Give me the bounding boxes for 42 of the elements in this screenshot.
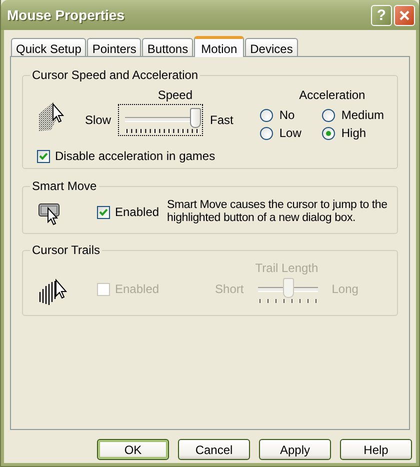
slider-thumb[interactable] bbox=[190, 108, 202, 128]
speed-label: Speed bbox=[158, 88, 193, 102]
checkbox[interactable] bbox=[97, 206, 110, 218]
radio-button[interactable] bbox=[322, 108, 336, 122]
dialog-button[interactable]: OK bbox=[97, 439, 169, 460]
dialog-button[interactable]: Cancel bbox=[178, 439, 250, 460]
radio-button[interactable] bbox=[322, 126, 336, 140]
slow-label: Slow bbox=[85, 113, 112, 127]
check-mark-icon bbox=[99, 208, 108, 216]
long-label: Long bbox=[332, 282, 358, 296]
dialog-button[interactable]: Apply bbox=[259, 439, 331, 460]
window-title: Mouse Properties bbox=[7, 7, 126, 23]
tab[interactable]: Motion bbox=[194, 36, 244, 57]
radio-label[interactable]: Low bbox=[279, 126, 302, 140]
close-icon bbox=[399, 10, 410, 20]
fast-label: Fast bbox=[210, 113, 234, 127]
cursor-speed-icon bbox=[37, 100, 67, 132]
group-title: Smart Move bbox=[30, 179, 99, 193]
smart-move-description: Smart Move causes the cursor to jump to the highlighted button of a new dialog box. bbox=[167, 199, 388, 225]
tab[interactable]: Quick Setup bbox=[11, 38, 86, 56]
cursor-trails-icon bbox=[38, 278, 68, 306]
group-title: Cursor Speed and Acceleration bbox=[30, 68, 200, 82]
trail-length-label: Trail Length bbox=[255, 261, 318, 275]
group-title: Cursor Trails bbox=[30, 243, 102, 257]
dialog-button[interactable]: Help bbox=[340, 439, 412, 460]
slider-track[interactable] bbox=[125, 107, 200, 129]
check-mark-icon bbox=[39, 152, 48, 160]
close-button[interactable] bbox=[394, 4, 415, 26]
acceleration-label: Acceleration bbox=[299, 88, 366, 102]
checkbox-label[interactable]: Disable acceleration in games bbox=[55, 149, 216, 163]
checkbox[interactable] bbox=[37, 150, 50, 162]
tab[interactable]: Pointers bbox=[87, 38, 142, 56]
radio-label[interactable]: High bbox=[341, 126, 366, 140]
tab[interactable]: Devices bbox=[245, 38, 298, 56]
radio-button[interactable] bbox=[260, 108, 274, 122]
slider-track[interactable] bbox=[258, 277, 318, 299]
radio-label[interactable]: No bbox=[279, 108, 295, 122]
checkbox-label[interactable]: Enabled bbox=[115, 205, 160, 219]
short-label: Short bbox=[215, 282, 244, 296]
tab[interactable]: Buttons bbox=[142, 38, 194, 56]
radio-button[interactable] bbox=[260, 126, 274, 140]
radio-label[interactable]: Medium bbox=[341, 108, 384, 122]
